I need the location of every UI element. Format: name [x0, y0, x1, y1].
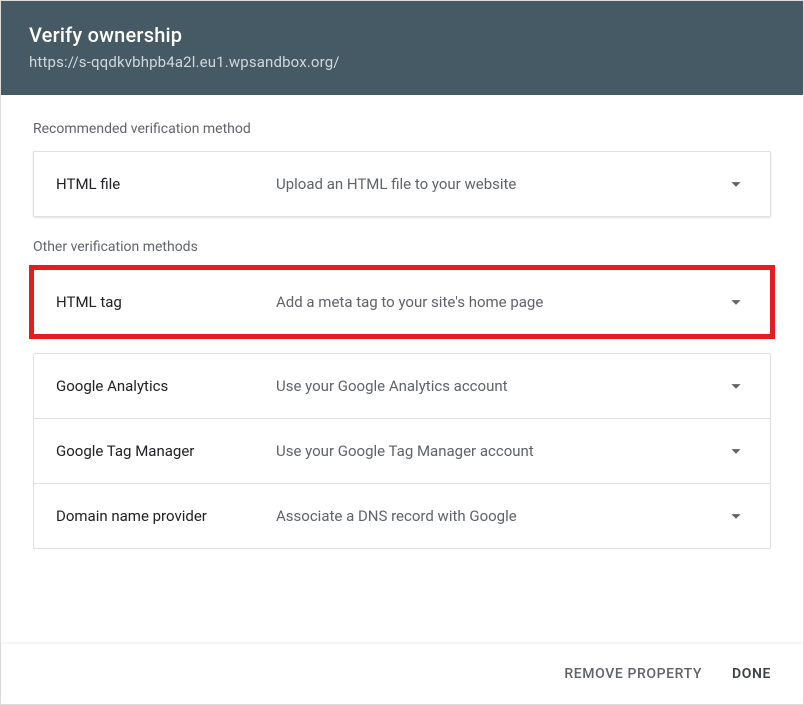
- method-name: HTML file: [56, 175, 276, 193]
- method-name: Google Analytics: [56, 377, 276, 395]
- method-google-tag-manager[interactable]: Google Tag Manager Use your Google Tag M…: [34, 419, 770, 484]
- remove-property-button[interactable]: REMOVE PROPERTY: [560, 660, 706, 688]
- chevron-down-icon: [724, 374, 748, 398]
- method-html-file[interactable]: HTML file Upload an HTML file to your we…: [33, 151, 771, 217]
- chevron-down-icon: [724, 172, 748, 196]
- recommended-section-label: Recommended verification method: [33, 121, 771, 137]
- other-methods-group: Google Analytics Use your Google Analyti…: [33, 353, 771, 549]
- chevron-down-icon: [724, 439, 748, 463]
- method-desc: Associate a DNS record with Google: [276, 507, 724, 525]
- method-desc: Upload an HTML file to your website: [276, 175, 724, 193]
- dialog-footer: REMOVE PROPERTY DONE: [1, 643, 803, 704]
- method-domain-provider[interactable]: Domain name provider Associate a DNS rec…: [34, 484, 770, 548]
- method-name: Domain name provider: [56, 507, 276, 525]
- other-section-label: Other verification methods: [33, 239, 771, 255]
- method-desc: Use your Google Tag Manager account: [276, 442, 724, 460]
- done-button[interactable]: DONE: [728, 660, 775, 688]
- verify-ownership-dialog: Verify ownership https://s-qqdkvbhpb4a2l…: [0, 0, 804, 705]
- chevron-down-icon: [724, 504, 748, 528]
- dialog-subtitle: https://s-qqdkvbhpb4a2l.eu1.wpsandbox.or…: [29, 53, 775, 71]
- method-desc: Add a meta tag to your site's home page: [276, 293, 724, 311]
- chevron-down-icon: [724, 290, 748, 314]
- method-name: HTML tag: [56, 293, 276, 311]
- dialog-content: Recommended verification method HTML fil…: [1, 95, 803, 643]
- dialog-header: Verify ownership https://s-qqdkvbhpb4a2l…: [1, 1, 803, 95]
- method-html-tag[interactable]: HTML tag Add a meta tag to your site's h…: [33, 269, 771, 335]
- method-google-analytics[interactable]: Google Analytics Use your Google Analyti…: [34, 354, 770, 419]
- dialog-title: Verify ownership: [29, 23, 775, 47]
- method-desc: Use your Google Analytics account: [276, 377, 724, 395]
- method-name: Google Tag Manager: [56, 442, 276, 460]
